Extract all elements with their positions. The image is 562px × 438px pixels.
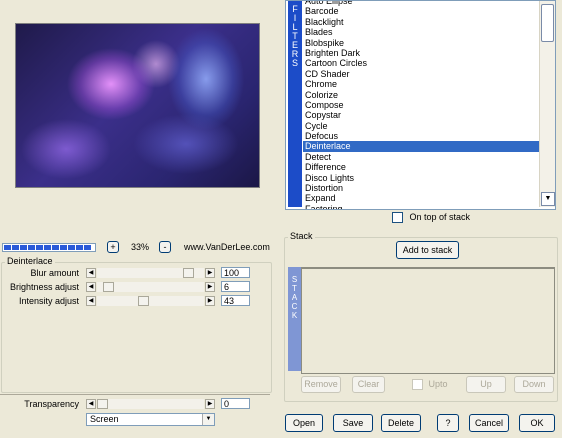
filter-item[interactable]: Factoring [303, 204, 540, 209]
stack-group-title: Stack [288, 231, 315, 241]
param-value[interactable]: 6 [221, 281, 250, 292]
filter-item[interactable]: Distortion [303, 183, 540, 193]
param-slider[interactable]: ◀ ▶ [86, 268, 215, 278]
filter-item[interactable]: Blacklight [303, 17, 540, 27]
slider-left-arrow-icon[interactable]: ◀ [86, 399, 96, 409]
slider-track[interactable] [97, 282, 204, 292]
upto-checkbox[interactable] [412, 379, 423, 391]
slider-left-arrow-icon[interactable]: ◀ [86, 296, 96, 306]
slider-track[interactable] [97, 268, 204, 278]
filter-item[interactable]: Blobspike [303, 38, 540, 48]
delete-button[interactable]: Delete [381, 414, 421, 432]
param-slider[interactable]: ◀ ▶ [86, 282, 215, 292]
preview-frame [15, 23, 260, 188]
filter-item[interactable]: Blades [303, 27, 540, 37]
param-value[interactable]: 43 [221, 295, 250, 306]
transparency-value[interactable]: 0 [221, 398, 250, 409]
filter-item[interactable]: Expand [303, 193, 540, 203]
upto-checkbox-row[interactable]: Upto [412, 379, 448, 391]
stack-band: STACK [288, 267, 301, 371]
divider [0, 394, 270, 395]
upto-label: Upto [428, 379, 448, 389]
progress-block [84, 245, 91, 250]
progress-bar [2, 243, 96, 252]
on-top-label: On top of stack [409, 212, 471, 222]
credit-link[interactable]: www.VanDerLee.com [184, 242, 270, 252]
scroll-down-arrow-icon[interactable]: ▼ [541, 192, 555, 206]
progress-block [52, 245, 59, 250]
stack-band-label: STACK [291, 275, 298, 320]
param-value[interactable]: 100 [221, 267, 250, 278]
slider-right-arrow-icon[interactable]: ▶ [205, 282, 215, 292]
params-group-title: Deinterlace [5, 256, 55, 266]
filter-list[interactable]: FILTERS Auto Ellipse Barcode Blacklight Bla… [285, 0, 556, 210]
down-button[interactable]: Down [514, 376, 554, 393]
on-top-checkbox-row[interactable]: On top of stack [392, 212, 471, 224]
filter-item[interactable]: Disco Lights [303, 173, 540, 183]
clear-button[interactable]: Clear [352, 376, 385, 393]
zoom-in-button[interactable]: + [107, 241, 119, 253]
filter-item[interactable]: Brighten Dark [303, 48, 540, 58]
filter-item[interactable]: Barcode [303, 6, 540, 16]
filters-band: FILTERS [288, 1, 302, 207]
param-label: Brightness adjust [9, 282, 79, 292]
filter-item[interactable]: Colorize [303, 90, 540, 100]
filter-list-scrollbar[interactable]: ▼ [539, 1, 555, 207]
zoom-out-button[interactable]: - [159, 241, 171, 253]
progress-block [44, 245, 51, 250]
filters-band-label: FILTERS [291, 4, 299, 68]
slider-knob[interactable] [183, 268, 194, 278]
filter-item[interactable]: Cycle [303, 121, 540, 131]
remove-button[interactable]: Remove [301, 376, 341, 393]
zoom-value: 33% [131, 242, 150, 252]
slider-track[interactable] [97, 296, 204, 306]
transparency-label: Transparency [24, 399, 79, 409]
progress-block [4, 245, 11, 250]
progress-block [12, 245, 19, 250]
progress-block [36, 245, 43, 250]
progress-block [28, 245, 35, 250]
slider-left-arrow-icon[interactable]: ◀ [86, 268, 96, 278]
blend-mode-select[interactable]: Screen ▼ [86, 413, 215, 426]
param-label: Blur amount [30, 268, 79, 278]
param-label: Intensity adjust [18, 296, 79, 306]
transparency-slider[interactable]: ◀ ▶ [86, 399, 215, 409]
param-slider[interactable]: ◀ ▶ [86, 296, 215, 306]
up-button[interactable]: Up [466, 376, 506, 393]
cancel-button[interactable]: Cancel [469, 414, 509, 432]
filter-item[interactable]: Compose [303, 100, 540, 110]
filter-item[interactable]: Copystar [303, 110, 540, 120]
filter-items: Auto Ellipse Barcode Blacklight Blades Blobs… [303, 1, 540, 209]
save-button[interactable]: Save [333, 414, 373, 432]
slider-right-arrow-icon[interactable]: ▶ [205, 296, 215, 306]
progress-block [20, 245, 27, 250]
progress-block [60, 245, 67, 250]
slider-right-arrow-icon[interactable]: ▶ [205, 268, 215, 278]
slider-knob[interactable] [97, 399, 108, 409]
slider-knob[interactable] [103, 282, 114, 292]
help-button[interactable]: ? [437, 414, 459, 432]
on-top-checkbox[interactable] [392, 212, 403, 224]
blend-mode-value: Screen [90, 414, 119, 424]
ok-button[interactable]: OK [519, 414, 555, 432]
slider-left-arrow-icon[interactable]: ◀ [86, 282, 96, 292]
filter-item[interactable]: Defocus [303, 131, 540, 141]
slider-knob[interactable] [138, 296, 149, 306]
filter-item[interactable]: Cartoon Circles [303, 58, 540, 68]
chevron-down-icon[interactable]: ▼ [202, 414, 214, 425]
filter-item[interactable]: Difference [303, 162, 540, 172]
filter-item[interactable]: Deinterlace [303, 141, 540, 152]
open-button[interactable]: Open [285, 414, 323, 432]
progress-block [76, 245, 83, 250]
filter-item[interactable]: CD Shader [303, 69, 540, 79]
add-to-stack-button[interactable]: Add to stack [396, 241, 459, 259]
filter-item[interactable]: Detect [303, 152, 540, 162]
slider-track[interactable] [97, 399, 204, 409]
filter-item[interactable]: Chrome [303, 79, 540, 89]
stack-list[interactable] [301, 267, 555, 374]
slider-right-arrow-icon[interactable]: ▶ [205, 399, 215, 409]
progress-block [68, 245, 75, 250]
preview-image [16, 24, 259, 187]
scroll-thumb[interactable] [541, 4, 554, 42]
